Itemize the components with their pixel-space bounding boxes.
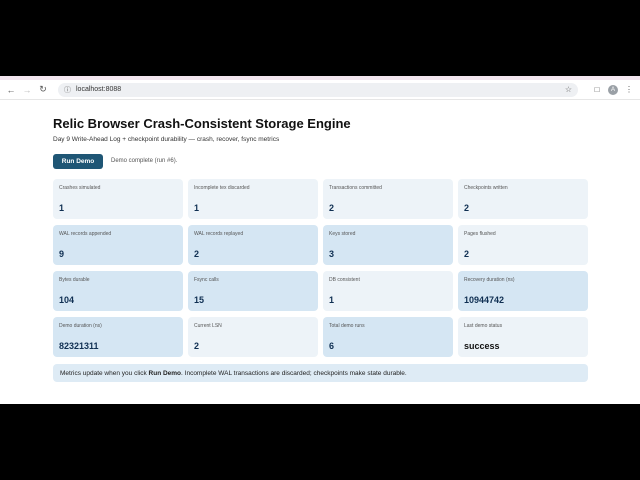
footer-note: Metrics update when you click Run Demo. … (53, 364, 588, 382)
metric-label: DB consistent (329, 277, 360, 283)
metric-value: 82321311 (59, 341, 99, 351)
address-url: localhost:8088 (76, 86, 122, 93)
menu-icon[interactable]: ⋮ (622, 83, 636, 97)
metric-label: Incomplete tex discarded (194, 185, 250, 191)
metrics-grid: Crashes simulated 1 Incomplete tex discard… (53, 179, 588, 357)
metric-card: Incomplete tex discarded 1 (188, 179, 318, 219)
star-icon[interactable]: ☆ (565, 85, 572, 94)
metric-label: Current LSN (194, 323, 222, 329)
metric-card: Recovery duration (ns) 10944742 (458, 271, 588, 311)
browser-toolbar: ← → ↻ ⓘ localhost:8088 ☆ □ A ⋮ (0, 80, 640, 100)
metric-value: 10944742 (464, 295, 505, 305)
footer-prefix: Metrics update when you click (60, 369, 147, 377)
back-icon[interactable]: ← (4, 83, 18, 97)
metric-card: Transactions committed 2 (323, 179, 453, 219)
metric-card: WAL records replayed 2 (188, 225, 318, 265)
metric-value: 2 (194, 341, 200, 351)
metric-label: Keys stored (329, 231, 356, 237)
metric-card: Crashes simulated 1 (53, 179, 183, 219)
metric-value: 15 (194, 295, 205, 305)
metric-label: Checkpoints written (464, 185, 508, 191)
metric-label: Transactions committed (329, 185, 382, 191)
action-row: Run Demo Demo complete (run #6). (53, 153, 588, 169)
metric-card: Demo duration (ns) 82321311 (53, 317, 183, 357)
screen: ← → ↻ ⓘ localhost:8088 ☆ □ A ⋮ Relic Bro… (0, 0, 640, 480)
page-subtitle: Day 9 Write-Ahead Log + checkpoint durab… (53, 136, 280, 143)
metric-card: Total demo runs 6 (323, 317, 453, 357)
metric-card: Current LSN 2 (188, 317, 318, 357)
metric-label: Bytes durable (59, 277, 90, 283)
metric-value: 9 (59, 249, 65, 259)
metric-value: 2 (194, 249, 200, 259)
page-title: Relic Browser Crash-Consistent Storage E… (53, 116, 351, 131)
browser-window: ← → ↻ ⓘ localhost:8088 ☆ □ A ⋮ Relic Bro… (0, 76, 640, 404)
info-icon[interactable]: ⓘ (64, 85, 71, 95)
metric-value: 104 (59, 295, 75, 305)
metric-card: WAL records appended 9 (53, 225, 183, 265)
metric-label: Fsync calls (194, 277, 219, 283)
footer-suffix: . Incomplete WAL transactions are discar… (181, 369, 407, 377)
metric-card: Fsync calls 15 (188, 271, 318, 311)
metric-card: Pages flushed 2 (458, 225, 588, 265)
avatar: A (608, 84, 618, 95)
metric-label: WAL records replayed (194, 231, 244, 237)
metric-value: success (464, 341, 500, 351)
metric-card: Keys stored 3 (323, 225, 453, 265)
metric-value: 2 (464, 203, 470, 213)
metric-label: Last demo status (464, 323, 503, 329)
metric-card: DB consistent 1 (323, 271, 453, 311)
metric-label: Total demo runs (329, 323, 365, 329)
profile-avatar[interactable]: A (606, 83, 620, 97)
forward-icon[interactable]: → (20, 83, 34, 97)
metric-card: Bytes durable 104 (53, 271, 183, 311)
metric-label: Recovery duration (ns) (464, 277, 515, 283)
metric-label: Crashes simulated (59, 185, 101, 191)
run-demo-button[interactable]: Run Demo (53, 153, 103, 169)
address-bar[interactable]: ⓘ localhost:8088 ☆ (58, 82, 578, 97)
metric-card: Checkpoints written 2 (458, 179, 588, 219)
metric-label: WAL records appended (59, 231, 112, 237)
page-content: Relic Browser Crash-Consistent Storage E… (0, 100, 640, 404)
reload-icon[interactable]: ↻ (36, 83, 50, 97)
metric-value: 1 (194, 203, 200, 213)
metric-value: 1 (59, 203, 65, 213)
metric-value: 2 (329, 203, 335, 213)
status-text: Demo complete (run #6). (111, 158, 178, 164)
metric-label: Pages flushed (464, 231, 496, 237)
metric-label: Demo duration (ns) (59, 323, 102, 329)
metric-card: Last demo status success (458, 317, 588, 357)
footer-bold: Run Demo (148, 369, 182, 377)
metric-value: 3 (329, 249, 335, 259)
extensions-icon[interactable]: □ (590, 83, 604, 97)
metric-value: 1 (329, 295, 335, 305)
metric-value: 6 (329, 341, 335, 351)
metric-value: 2 (464, 249, 470, 259)
